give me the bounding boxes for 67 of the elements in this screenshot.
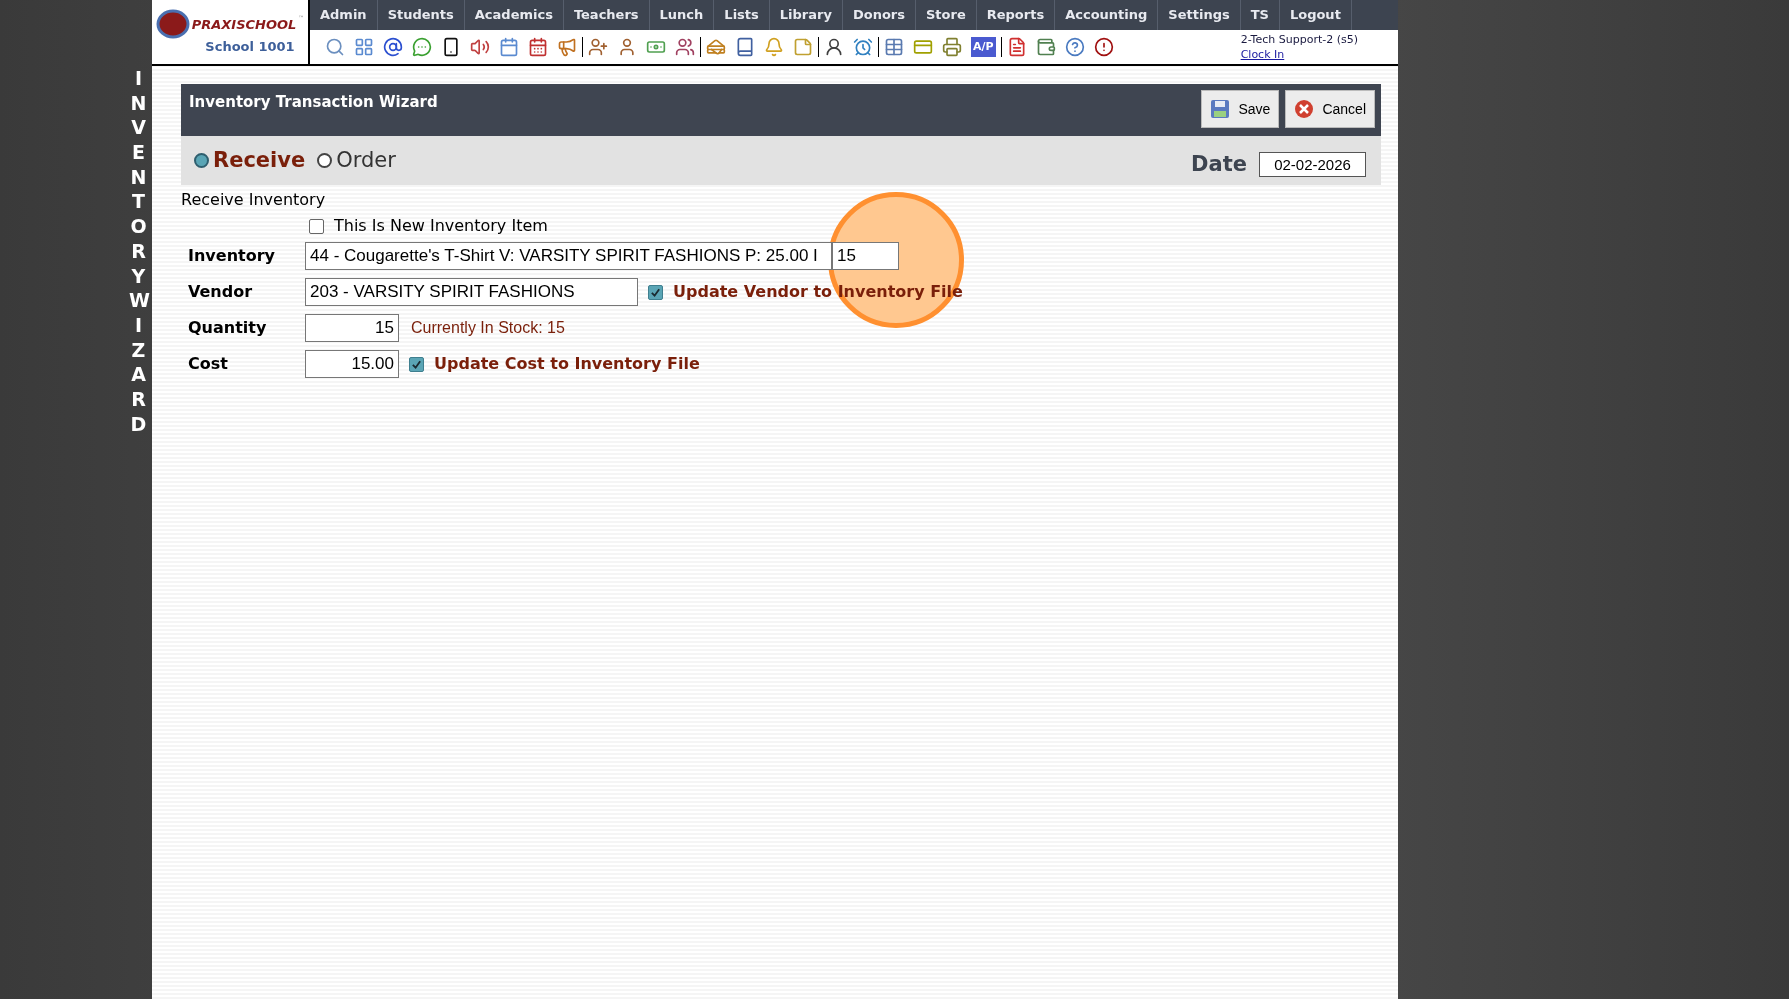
field-input[interactable]: 203 - VARSITY SPIRIT FASHIONS (305, 278, 638, 306)
radio-button[interactable] (317, 153, 333, 168)
count-field[interactable]: 15 (832, 242, 899, 270)
person-icon[interactable] (824, 37, 844, 57)
nav-item[interactable]: Teachers (563, 0, 650, 30)
users-icon[interactable] (675, 37, 695, 57)
mode-label[interactable]: Order (336, 144, 396, 177)
checkbox-label: This Is New Inventory Item (334, 215, 548, 237)
phone-icon[interactable] (441, 37, 461, 57)
field-input[interactable]: 15.00 (305, 350, 399, 378)
clock-in-link[interactable]: Clock In (1240, 47, 1358, 62)
table-icon[interactable] (884, 37, 904, 57)
calendar-icon[interactable] (499, 37, 519, 57)
mode-label[interactable]: Receive (213, 144, 306, 177)
book-icon[interactable] (735, 37, 755, 57)
nav-item[interactable]: Store (915, 0, 977, 30)
card-icon[interactable] (913, 37, 933, 57)
ap-button[interactable]: A/P (971, 36, 996, 58)
field-input[interactable]: 44 - Cougarette's T-Shirt V: VARSITY SPIRIT FASHIONS P: 25.00 I (305, 242, 832, 270)
search-icon[interactable] (325, 37, 345, 57)
field-label: Cost (187, 353, 229, 375)
nav-item[interactable]: Academics (464, 0, 564, 30)
section-title: Receive Inventory (181, 189, 327, 211)
nav-item[interactable]: Settings (1158, 0, 1241, 30)
grid-icon[interactable] (354, 37, 374, 57)
checkbox[interactable] (309, 218, 324, 234)
wizard-title: Inventory Transaction Wizard (189, 92, 438, 113)
nav-item[interactable]: Lists (714, 0, 770, 30)
cancel-button[interactable]: Cancel (1285, 90, 1375, 128)
save-button[interactable]: Save (1201, 90, 1280, 128)
update-label: Update Cost to Inventory File (434, 353, 700, 375)
speaker-icon[interactable] (470, 37, 490, 57)
vertical-title: INVENTORY WIZARD (129, 66, 148, 437)
close-icon (1294, 99, 1315, 119)
nav-item[interactable]: Library (769, 0, 843, 30)
alert-icon[interactable] (1093, 37, 1114, 57)
user-add-icon[interactable] (588, 37, 608, 57)
user-icon[interactable] (617, 37, 637, 57)
field-label: Inventory (187, 245, 276, 267)
school-name: School 1001 (205, 38, 295, 57)
note-icon[interactable] (793, 37, 813, 57)
nav-item[interactable]: Accounting (1055, 0, 1159, 30)
nav-item[interactable]: Admin (310, 0, 378, 30)
user-name: 2-Tech Support-2 (s5) (1240, 32, 1358, 47)
nav-item[interactable]: Donors (842, 0, 916, 30)
calendar-icon[interactable] (528, 37, 548, 57)
logo-text: PRAXISCHOOL (191, 15, 297, 34)
date-label: Date (1191, 150, 1247, 178)
nav-item[interactable]: Logout (1279, 0, 1352, 30)
nav-item[interactable]: Reports (976, 0, 1056, 30)
chat-icon[interactable] (412, 37, 432, 57)
at-sign-icon[interactable] (383, 37, 403, 57)
stock-note: Currently In Stock: 15 (411, 318, 565, 338)
field-label: Quantity (187, 317, 268, 339)
nav-item[interactable]: TS (1240, 0, 1280, 30)
megaphone-icon[interactable] (557, 37, 577, 57)
radio-button[interactable] (194, 153, 209, 168)
help-icon[interactable] (1064, 37, 1085, 57)
date-field[interactable]: 02-02-2026 (1259, 152, 1366, 177)
checkbox[interactable] (648, 284, 663, 300)
field-label: Vendor (187, 281, 254, 303)
alarm-clock-icon[interactable] (853, 37, 873, 57)
checkbox[interactable] (409, 356, 424, 372)
nav-item[interactable]: Lunch (649, 0, 715, 30)
nav-item[interactable]: Students (377, 0, 465, 30)
printer-icon[interactable] (942, 37, 962, 57)
field-input[interactable]: 15 (305, 314, 399, 342)
